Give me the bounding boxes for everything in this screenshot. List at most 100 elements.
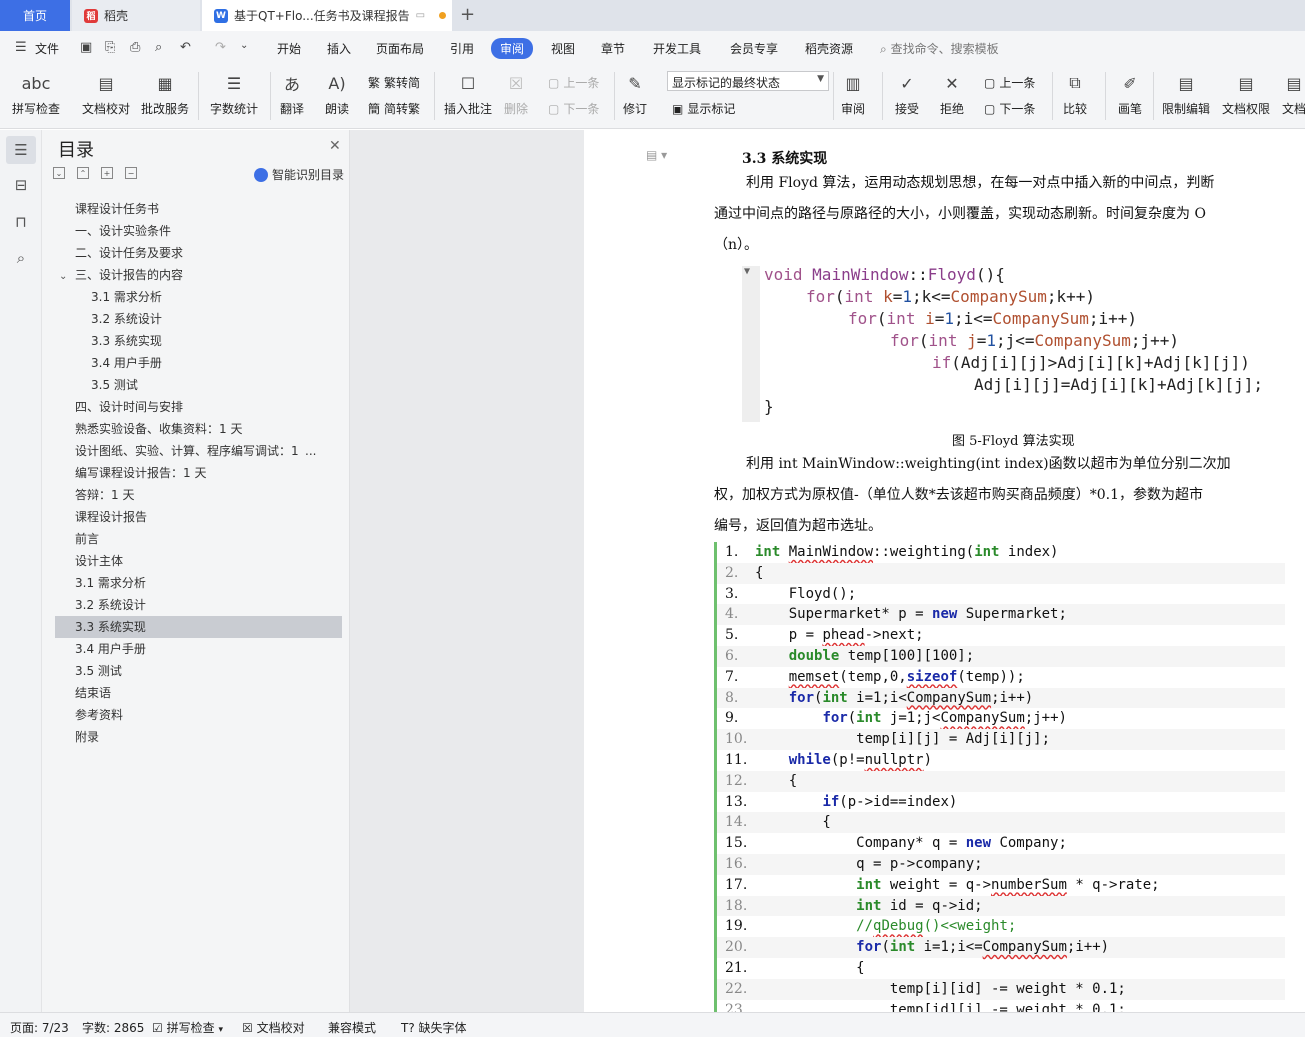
toc-item[interactable]: 3.4 用户手册 (55, 352, 342, 374)
compare-button[interactable]: ⧉ 比较 (1062, 70, 1088, 117)
hamburger-icon[interactable]: ☰ (15, 40, 27, 55)
spell-check-status[interactable]: ☑ 拼写检查 ▾ (152, 1019, 223, 1036)
doc-permission-label: 文档权限 (1222, 102, 1271, 116)
simp-to-trad-button[interactable]: 簡简转繁 (368, 100, 420, 117)
toc-item[interactable]: 3.2 系统设计 (55, 594, 342, 616)
spell-check-button[interactable]: abc 拼写检查 (12, 70, 60, 117)
reject-button[interactable]: ✕ 拒绝 (939, 70, 965, 117)
toc-item[interactable]: 3.5 测试 (55, 374, 342, 396)
word-count-indicator[interactable]: 字数: 2865 (82, 1019, 144, 1036)
toc-item[interactable]: 课程设计任务书 (55, 198, 342, 220)
tab-document[interactable]: W 基于QT+Flo...任务书及课程报告 ▭ (202, 0, 452, 31)
menu-member[interactable]: 会员专享 (730, 40, 778, 57)
page-indicator[interactable]: 页面: 7/23 (10, 1019, 69, 1036)
doc-proof-status[interactable]: ☒ 文档校对 (242, 1019, 305, 1036)
toc-item[interactable]: 结束语 (55, 682, 342, 704)
translate-button[interactable]: あ翻译 (279, 70, 305, 117)
page-options-icon[interactable]: ▤ ▾ (646, 148, 667, 162)
toc-item[interactable]: 设计图纸、实验、计算、程序编写调试：1... (55, 440, 342, 462)
save-icon[interactable]: ▣ (80, 40, 92, 55)
bookmark-icon[interactable]: ⊓ (11, 212, 31, 232)
toc-item[interactable]: 附录 (55, 726, 342, 748)
toc-item[interactable]: 前言 (55, 528, 342, 550)
restrict-edit-button[interactable]: ▤ 限制编辑 (1162, 70, 1210, 117)
next-change-button[interactable]: ▢ 下一条 (984, 100, 1035, 117)
missing-font-button[interactable]: T? 缺失字体 (401, 1019, 467, 1036)
show-markup-button[interactable]: ▣ 显示标记 (672, 100, 735, 117)
toc-item[interactable]: 熟悉实验设备、收集资料：1 天 (55, 418, 342, 440)
menu-references[interactable]: 引用 (450, 40, 474, 57)
review-pane-button[interactable]: ▥ 审阅 (840, 70, 866, 117)
menu-file[interactable]: 文件 (35, 40, 59, 57)
read-aloud-button[interactable]: A) 朗读 (324, 70, 350, 117)
pen-button[interactable]: ✐ 画笔 (1117, 70, 1143, 117)
menu-insert[interactable]: 插入 (327, 40, 351, 57)
doc-proof-button[interactable]: ▤ 文档校对 (82, 70, 130, 117)
print-icon[interactable]: ⎙ (130, 40, 140, 55)
collapse-icon[interactable]: ⌃ (77, 167, 89, 179)
tab-daoke[interactable]: 稻 稻壳 (72, 0, 200, 31)
plus-icon[interactable]: + (101, 167, 113, 179)
paragraph-floyd: 利用 Floyd 算法，运用动态规划思想，在每一对点中插入新的中间点，判断 通过… (714, 172, 1282, 262)
trad-to-simp-button[interactable]: 繁繁转简 (368, 74, 420, 91)
next-comment-button[interactable]: ▢ 下一条 (548, 100, 599, 117)
toc-item[interactable]: 编写课程设计报告：1 天 (55, 462, 342, 484)
menu-start[interactable]: 开始 (277, 40, 301, 57)
prev-change-label: 上一条 (999, 76, 1036, 90)
toc-item[interactable]: 3.2 系统设计 (55, 308, 342, 330)
redo-icon[interactable]: ↷ (215, 40, 226, 55)
code-line: 4. Supermarket* p = new Supermarket; (717, 604, 1285, 626)
toc-item[interactable]: 参考资料 (55, 704, 342, 726)
doc-more-button[interactable]: ▤ 文档 (1281, 70, 1305, 117)
toc-item[interactable]: 四、设计时间与安排 (55, 396, 342, 418)
toc-item[interactable]: 二、设计任务及要求 (55, 242, 342, 264)
search-icon[interactable]: ⌕ (11, 248, 31, 268)
export-pdf-icon[interactable]: ⎘ (105, 40, 115, 55)
undo-icon[interactable]: ↶ (180, 40, 191, 55)
markup-state-select[interactable]: 显示标记的最终状态 ▼ (667, 71, 829, 91)
toc-item[interactable]: 3.1 需求分析 (55, 572, 342, 594)
line-number: 5. (725, 627, 739, 644)
toc-item[interactable]: 3.5 测试 (55, 660, 342, 682)
toc-item[interactable]: 一、设计实验条件 (55, 220, 342, 242)
status-bar: 页面: 7/23 字数: 2865 ☑ 拼写检查 ▾ ☒ 文档校对 兼容模式 T… (0, 1012, 1305, 1037)
toc-item[interactable]: 3.4 用户手册 (55, 638, 342, 660)
ai-icon (254, 167, 268, 182)
toc-item[interactable]: 答辩：1 天 (55, 484, 342, 506)
track-changes-button[interactable]: ✎ 修订 (622, 70, 648, 117)
delete-comment-button[interactable]: ☒ 删除 (503, 70, 529, 117)
insert-comment-button[interactable]: ☐ 插入批注 (444, 70, 492, 117)
chevron-down-icon[interactable]: ⌄ (59, 266, 75, 288)
menu-page-layout[interactable]: 页面布局 (376, 40, 424, 57)
doc-permission-button[interactable]: ▤ 文档权限 (1222, 70, 1270, 117)
command-search[interactable]: ⌕ 查找命令、搜索模板 (880, 40, 999, 57)
toc-panel-icon[interactable]: ☰ (6, 136, 36, 164)
navigation-pane-icon[interactable]: ⊟ (11, 175, 31, 195)
toc-item[interactable]: 课程设计报告 (55, 506, 342, 528)
tab-home[interactable]: 首页 (0, 0, 70, 31)
accept-button[interactable]: ✓ 接受 (894, 70, 920, 117)
menu-daoke-resources[interactable]: 稻壳资源 (805, 40, 853, 57)
print-preview-icon[interactable]: ⌕ (155, 40, 162, 55)
prev-comment-button[interactable]: ▢ 上一条 (548, 74, 599, 91)
menu-review[interactable]: 审阅 (491, 38, 534, 59)
collapse-triangle-icon[interactable]: ▼ (744, 266, 750, 277)
document-page[interactable]: ▤ ▾ 3.3 系统实现 利用 Floyd 算法，运用动态规划思想，在每一对点中… (584, 130, 1305, 1012)
toc-item-selected[interactable]: 3.3 系统实现 (55, 616, 342, 638)
menu-chapter[interactable]: 章节 (601, 40, 625, 57)
menu-view[interactable]: 视图 (551, 40, 575, 57)
toc-item[interactable]: 3.1 需求分析 (55, 286, 342, 308)
expand-icon[interactable]: ⌄ (53, 167, 65, 179)
toc-item[interactable]: ⌄ 三、设计报告的内容 (55, 264, 342, 286)
minus-icon[interactable]: − (125, 167, 137, 179)
batch-service-button[interactable]: ▦ 批改服务 (141, 70, 189, 117)
new-tab-button[interactable]: + (460, 4, 475, 25)
close-icon[interactable]: ✕ (329, 138, 341, 154)
chevron-down-icon[interactable]: ⌄ (240, 40, 248, 51)
toc-item[interactable]: 设计主体 (55, 550, 342, 572)
menu-dev-tools[interactable]: 开发工具 (653, 40, 701, 57)
word-count-button[interactable]: ☰ 字数统计 (210, 70, 258, 117)
toc-item[interactable]: 3.3 系统实现 (55, 330, 342, 352)
smart-toc-button[interactable]: 智能识别目录 (254, 166, 344, 183)
prev-change-button[interactable]: ▢ 上一条 (984, 74, 1035, 91)
